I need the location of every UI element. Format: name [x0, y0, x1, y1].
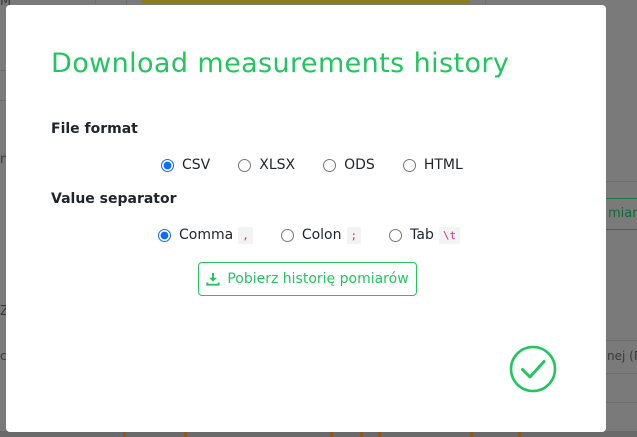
- confirm-button[interactable]: [509, 345, 557, 393]
- format-option-ods[interactable]: ODS: [323, 157, 375, 173]
- separator-radio-comma[interactable]: [158, 228, 171, 242]
- download-history-modal: Download measurements history File forma…: [6, 5, 606, 432]
- format-radio-ods[interactable]: [323, 158, 337, 172]
- value-separator-label: Value separator: [51, 191, 177, 207]
- check-circle-icon: [509, 345, 557, 393]
- background-button-text: miar: [608, 206, 637, 221]
- file-format-label: File format: [51, 121, 138, 137]
- separator-code-colon: ;: [346, 226, 362, 244]
- format-radio-csv[interactable]: [161, 158, 174, 172]
- separator-code-comma: ,: [238, 226, 253, 244]
- separator-radio-tab[interactable]: [389, 228, 403, 242]
- separator-option-colon[interactable]: Colon ;: [280, 226, 362, 244]
- format-radio-xlsx[interactable]: [238, 158, 252, 172]
- download-history-button[interactable]: Pobierz historię pomiarów: [198, 262, 417, 296]
- separator-code-tab: \t: [438, 226, 461, 244]
- separator-radio-group: Comma , Colon ; Tab \t: [158, 224, 488, 246]
- download-button-label: Pobierz historię pomiarów: [227, 271, 409, 287]
- modal-title: Download measurements history: [51, 48, 510, 79]
- format-option-xlsx[interactable]: XLSX: [238, 157, 295, 173]
- download-icon: [206, 272, 220, 286]
- separator-radio-colon[interactable]: [280, 228, 294, 242]
- separator-option-comma[interactable]: Comma ,: [158, 226, 253, 244]
- format-radio-html[interactable]: [402, 158, 416, 172]
- format-option-html[interactable]: HTML: [402, 157, 463, 173]
- format-option-csv[interactable]: CSV: [161, 157, 210, 173]
- background-banner: [142, 0, 470, 4]
- background-text: nej (Fa: [607, 349, 637, 363]
- separator-option-tab[interactable]: Tab \t: [389, 226, 461, 244]
- file-format-radio-group: CSV XLSX ODS HTML: [161, 154, 491, 176]
